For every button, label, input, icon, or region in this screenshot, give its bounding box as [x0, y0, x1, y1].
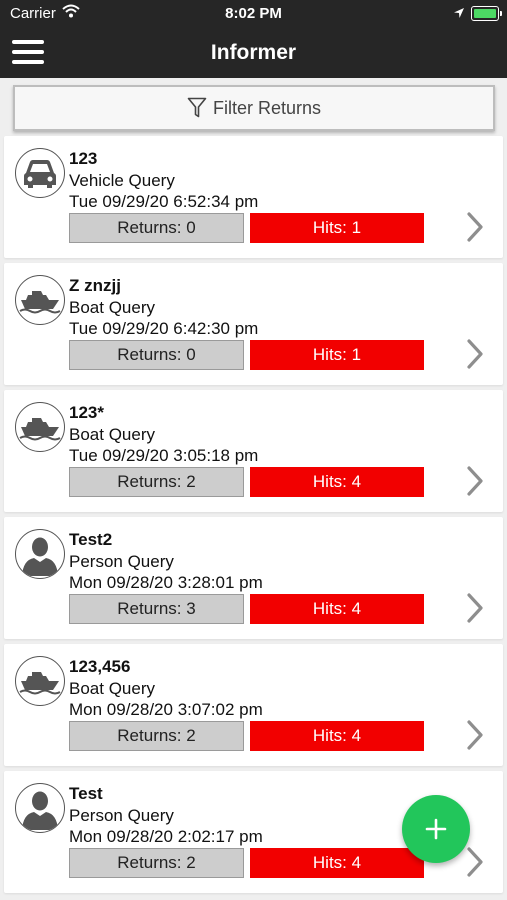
battery-icon — [471, 6, 502, 21]
query-card[interactable]: 123,456 Boat Query Mon 09/28/20 3:07:02 pm… — [4, 644, 503, 766]
hits-button[interactable]: Hits: 1 — [250, 340, 424, 370]
hits-button[interactable]: Hits: 4 — [250, 848, 424, 878]
nav-bar: Informer — [0, 28, 507, 78]
query-type: Vehicle Query — [69, 171, 175, 190]
query-type: Person Query — [69, 806, 174, 825]
chevron-right-icon[interactable] — [462, 591, 488, 625]
hits-button[interactable]: Hits: 4 — [250, 594, 424, 624]
query-card[interactable]: Z znzjj Boat Query Tue 09/29/20 6:42:30 pm… — [4, 263, 503, 385]
returns-button[interactable]: Returns: 3 — [69, 594, 244, 624]
returns-button[interactable]: Returns: 2 — [69, 721, 244, 751]
person-icon — [15, 783, 65, 833]
hits-button[interactable]: Hits: 4 — [250, 467, 424, 497]
filter-funnel-icon — [187, 97, 207, 119]
person-icon — [15, 529, 65, 579]
query-name: 123,456 — [69, 657, 131, 676]
query-card[interactable]: Test2 Person Query Mon 09/28/20 3:28:01 pm… — [4, 517, 503, 639]
query-date: Mon 09/28/20 2:02:17 pm — [69, 827, 263, 846]
query-name: Z znzjj — [69, 276, 121, 295]
query-card[interactable]: 123 Vehicle Query Tue 09/29/20 6:52:34 pm R… — [4, 136, 503, 258]
chevron-right-icon[interactable] — [462, 845, 488, 879]
returns-button[interactable]: Returns: 2 — [69, 848, 244, 878]
chevron-right-icon[interactable] — [462, 210, 488, 244]
chevron-right-icon[interactable] — [462, 464, 488, 498]
query-type: Boat Query — [69, 679, 155, 698]
query-type: Boat Query — [69, 298, 155, 317]
status-time: 8:02 PM — [225, 5, 282, 22]
returns-button[interactable]: Returns: 0 — [69, 213, 244, 243]
query-name: Test — [69, 784, 103, 803]
boat-icon — [15, 402, 65, 452]
query-date: Mon 09/28/20 3:07:02 pm — [69, 700, 263, 719]
hits-button[interactable]: Hits: 4 — [250, 721, 424, 751]
status-bar: Carrier 8:02 PM — [0, 0, 507, 28]
query-date: Tue 09/29/20 6:42:30 pm — [69, 319, 259, 338]
query-type: Person Query — [69, 552, 174, 571]
query-name: Test2 — [69, 530, 113, 549]
filter-returns-button[interactable]: Filter Returns — [13, 85, 495, 131]
hits-button[interactable]: Hits: 1 — [250, 213, 424, 243]
filter-returns-label: Filter Returns — [212, 97, 322, 118]
location-arrow-icon — [453, 6, 465, 23]
query-date: Mon 09/28/20 3:28:01 pm — [69, 573, 263, 592]
add-query-button[interactable] — [402, 795, 470, 863]
query-date: Tue 09/29/20 6:52:34 pm — [69, 192, 259, 211]
returns-button[interactable]: Returns: 0 — [69, 340, 244, 370]
query-type: Boat Query — [69, 425, 155, 444]
boat-icon — [15, 275, 65, 325]
query-name: 123 — [69, 149, 98, 168]
chevron-right-icon[interactable] — [462, 718, 488, 752]
query-date: Tue 09/29/20 3:05:18 pm — [69, 446, 259, 465]
chevron-right-icon[interactable] — [462, 337, 488, 371]
car-icon — [15, 148, 65, 198]
page-title: Informer — [210, 41, 297, 64]
filter-bar: Filter Returns — [0, 78, 507, 134]
query-card[interactable]: 123* Boat Query Tue 09/29/20 3:05:18 pm Ret… — [4, 390, 503, 512]
returns-button[interactable]: Returns: 2 — [69, 467, 244, 497]
query-name: 123* — [69, 403, 104, 422]
plus-icon — [425, 818, 447, 840]
boat-icon — [15, 656, 65, 706]
